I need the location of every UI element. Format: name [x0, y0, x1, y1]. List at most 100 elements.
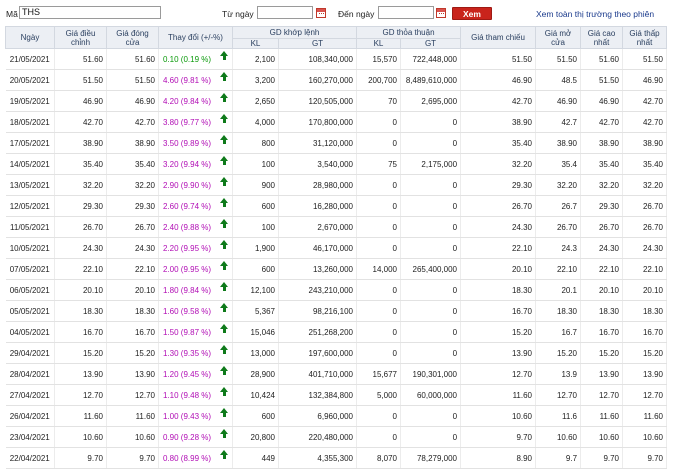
cell-high-price: 38.90 — [580, 132, 624, 154]
change-value: 3.80 (9.77 %) — [163, 117, 212, 127]
up-arrow-icon — [220, 114, 228, 123]
cell-ref-price: 20.10 — [460, 258, 537, 280]
cell-high-price: 24.30 — [580, 237, 624, 259]
table-row: 21/05/2021 51.60 51.60 0.10 (0.19 %) 2,100 10… — [5, 48, 668, 70]
cell-high-price: 18.30 — [580, 300, 624, 322]
cell-high-price: 29.30 — [580, 195, 624, 217]
up-arrow-icon — [220, 345, 228, 354]
cell-matched-value: 16,280,000 — [278, 195, 357, 217]
to-calendar-icon[interactable] — [436, 8, 446, 18]
cell-adjusted-price: 35.40 — [54, 153, 107, 175]
cell-date: 14/05/2021 — [5, 153, 55, 175]
cell-open-price: 13.9 — [535, 363, 582, 385]
up-arrow-icon — [220, 324, 228, 333]
filter-bar: Mã THS Từ ngày Đến ngày Xem Xem toàn thị… — [0, 0, 680, 25]
cell-deal-volume: 15,570 — [356, 48, 401, 70]
cell-low-price: 26.70 — [622, 195, 668, 217]
up-arrow-icon — [220, 450, 228, 459]
cell-high-price: 42.70 — [580, 111, 624, 133]
table-row: 12/05/2021 29.30 29.30 2.60 (9.74 %) 600 16,2… — [5, 195, 668, 217]
cell-deal-volume: 14,000 — [356, 258, 401, 280]
cell-deal-volume: 0 — [356, 342, 401, 364]
cell-ref-price: 16.70 — [460, 300, 537, 322]
cell-close-price: 29.30 — [106, 195, 159, 217]
cell-open-price: 18.30 — [535, 300, 582, 322]
header-open-price[interactable]: Giá mở cửa — [535, 26, 582, 49]
header-deal-value[interactable]: GT — [399, 38, 462, 49]
cell-close-price: 10.60 — [106, 426, 159, 448]
change-value: 1.10 (9.48 %) — [163, 390, 212, 400]
cell-ref-price: 42.70 — [460, 90, 537, 112]
cell-low-price: 9.70 — [622, 447, 668, 469]
header-close-price[interactable]: Giá đóng cửa — [106, 26, 159, 49]
cell-open-price: 42.7 — [535, 111, 582, 133]
cell-matched-volume: 600 — [232, 405, 279, 427]
cell-deal-volume: 200,700 — [356, 69, 401, 91]
cell-matched-value: 108,340,000 — [278, 48, 357, 70]
cell-close-price: 15.20 — [106, 342, 159, 364]
header-ref-price[interactable]: Giá tham chiếu — [460, 26, 537, 49]
view-button[interactable]: Xem — [452, 7, 492, 20]
cell-change: 1.30 (9.35 %) — [158, 342, 233, 364]
cell-deal-value: 2,695,000 — [400, 90, 462, 112]
cell-ref-price: 8.90 — [460, 447, 537, 469]
from-date-input[interactable] — [257, 6, 313, 19]
table-row: 07/05/2021 22.10 22.10 2.00 (9.95 %) 600 13,2… — [5, 258, 668, 280]
cell-open-price: 16.7 — [535, 321, 582, 343]
cell-open-price: 24.3 — [535, 237, 582, 259]
cell-deal-value: 0 — [400, 426, 462, 448]
cell-close-price: 26.70 — [106, 216, 159, 238]
cell-deal-volume: 75 — [356, 153, 401, 175]
cell-ref-price: 9.70 — [460, 426, 537, 448]
cell-adjusted-price: 24.30 — [54, 237, 107, 259]
cell-date: 27/04/2021 — [5, 384, 55, 406]
cell-matched-volume: 600 — [232, 258, 279, 280]
change-value: 1.60 (9.58 %) — [163, 306, 212, 316]
cell-adjusted-price: 9.70 — [54, 447, 107, 469]
up-arrow-icon — [220, 408, 228, 417]
cell-ref-price: 24.30 — [460, 216, 537, 238]
header-change[interactable]: Thay đổi (+/-%) — [158, 26, 233, 49]
change-value: 3.50 (9.89 %) — [163, 138, 212, 148]
cell-matched-value: 170,800,000 — [278, 111, 357, 133]
cell-high-price: 26.70 — [580, 216, 624, 238]
change-value: 2.90 (9.90 %) — [163, 180, 212, 190]
to-date-input[interactable] — [378, 6, 434, 19]
cell-ref-price: 13.90 — [460, 342, 537, 364]
cell-ref-price: 38.90 — [460, 111, 537, 133]
header-date[interactable]: Ngày — [5, 26, 55, 49]
header-deal-volume[interactable]: KL — [356, 38, 401, 49]
cell-change: 2.60 (9.74 %) — [158, 195, 233, 217]
ticker-input[interactable]: THS — [19, 6, 161, 19]
from-date-label: Từ ngày — [222, 9, 254, 19]
cell-low-price: 20.10 — [622, 279, 668, 301]
from-calendar-icon[interactable] — [316, 8, 326, 18]
cell-open-price: 46.90 — [535, 90, 582, 112]
header-matched-value[interactable]: GT — [278, 38, 357, 49]
cell-low-price: 15.20 — [622, 342, 668, 364]
change-value: 2.20 (9.95 %) — [163, 243, 212, 253]
table-row: 29/04/2021 15.20 15.20 1.30 (9.35 %) 13,000 1… — [5, 342, 668, 364]
header-high-price[interactable]: Giá cao nhất — [580, 26, 624, 49]
cell-open-price: 48.5 — [535, 69, 582, 91]
cell-matched-volume: 1,900 — [232, 237, 279, 259]
header-matched-volume[interactable]: KL — [232, 38, 279, 49]
cell-adjusted-price: 26.70 — [54, 216, 107, 238]
cell-close-price: 51.50 — [106, 69, 159, 91]
cell-date: 10/05/2021 — [5, 237, 55, 259]
cell-matched-volume: 5,367 — [232, 300, 279, 322]
change-value: 4.60 (9.81 %) — [163, 75, 212, 85]
cell-close-price: 22.10 — [106, 258, 159, 280]
cell-close-price: 9.70 — [106, 447, 159, 469]
header-adjusted-price[interactable]: Giá điều chỉnh — [54, 26, 107, 49]
cell-date: 12/05/2021 — [5, 195, 55, 217]
page-scrollbar[interactable] — [667, 0, 680, 452]
cell-deal-value: 0 — [400, 279, 462, 301]
cell-close-price: 35.40 — [106, 153, 159, 175]
cell-change: 1.00 (9.43 %) — [158, 405, 233, 427]
cell-matched-value: 220,480,000 — [278, 426, 357, 448]
header-low-price[interactable]: Giá thấp nhất — [622, 26, 668, 49]
cell-low-price: 51.50 — [622, 48, 668, 70]
view-all-sessions-link[interactable]: Xem toàn thị trường theo phiên — [536, 9, 654, 19]
up-arrow-icon — [220, 156, 228, 165]
